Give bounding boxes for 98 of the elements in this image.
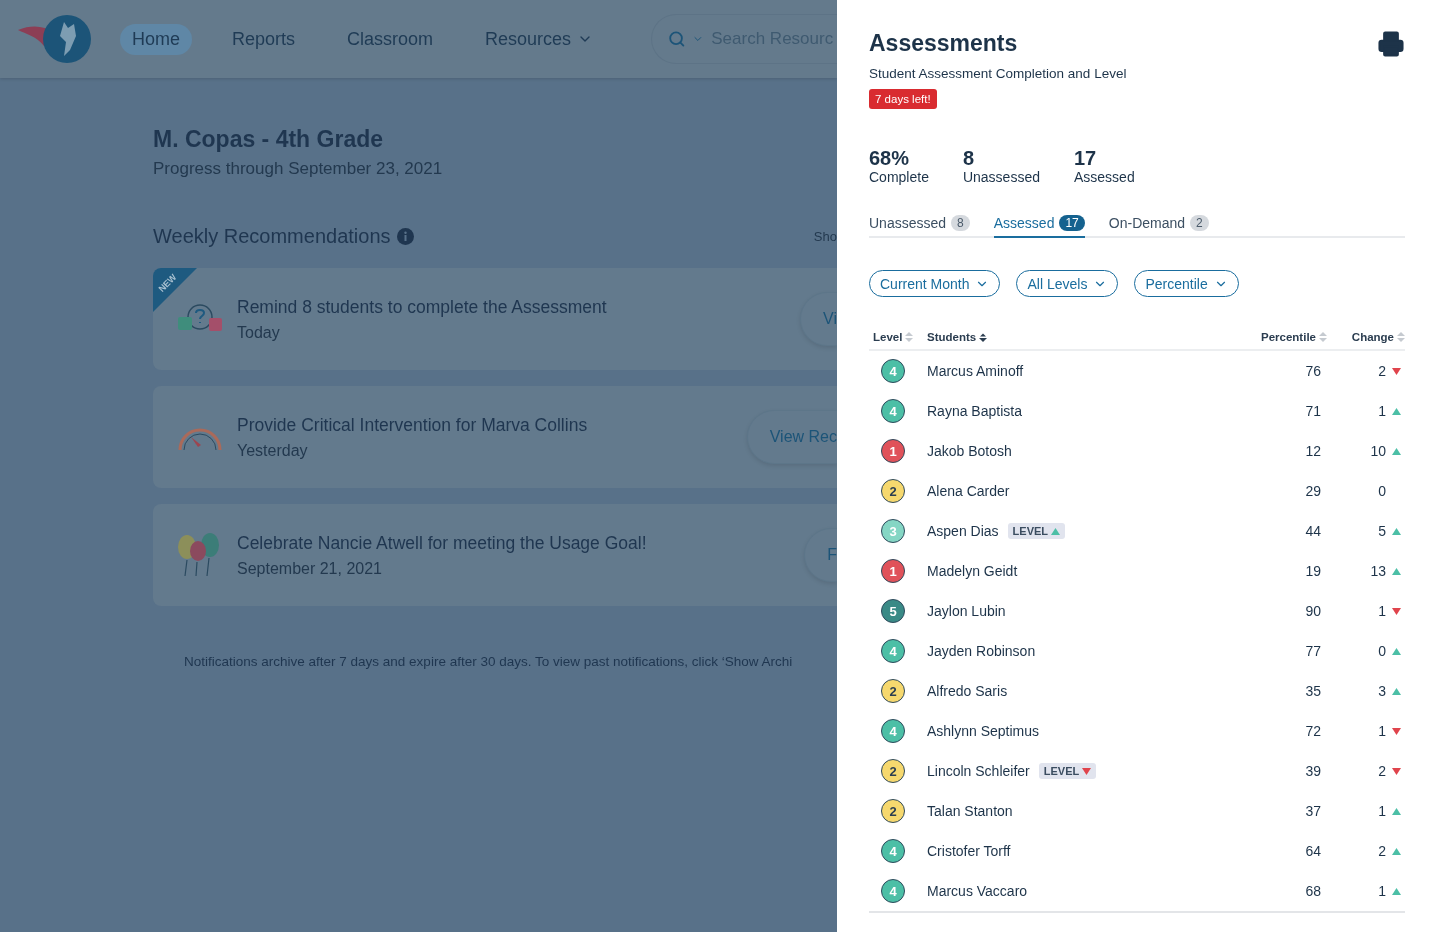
level-badge: 2 — [881, 479, 905, 503]
percentile-cell-text: 44 — [1305, 523, 1322, 539]
level-badge: 2 — [881, 759, 905, 783]
column-header[interactable]: Students — [927, 331, 988, 343]
percentile-cell-text: 35 — [1305, 683, 1322, 699]
level-badge: 4 — [881, 399, 905, 423]
print-icon[interactable] — [1377, 30, 1405, 58]
sort-descending-icon[interactable] — [979, 331, 988, 343]
sort-icon[interactable] — [1397, 331, 1405, 343]
student-name: Jaylon Lubin — [927, 603, 1006, 619]
student-name: Alfredo Saris — [927, 683, 1008, 699]
change-value: 1 — [1378, 883, 1386, 899]
card-date: September 21, 2021 — [237, 559, 383, 578]
level-badge: 5 — [881, 599, 905, 623]
change-value: 2 — [1378, 763, 1386, 779]
percentile-cell-text: 64 — [1305, 843, 1322, 859]
stat-value: 68% — [869, 147, 911, 169]
student-name: Aspen Dias — [927, 523, 999, 539]
filter-dropdown[interactable]: Percentile — [1134, 270, 1239, 297]
change-value: 1 — [1378, 803, 1386, 819]
stat-label: Assessed — [1073, 169, 1135, 185]
student-name: Marcus Aminoff — [927, 363, 1024, 379]
column-header[interactable]: Level — [873, 331, 914, 343]
percentile-cell-text: 19 — [1305, 563, 1322, 579]
logo[interactable] — [18, 14, 92, 64]
student-name: Rayna Baptista — [927, 403, 1022, 419]
stat-value: 8 — [962, 147, 976, 169]
percentile-cell-text: 72 — [1305, 723, 1322, 739]
tab[interactable]: On-Demand 2 — [1108, 215, 1209, 238]
level-badge: 4 — [881, 879, 905, 903]
nav-link[interactable]: Home — [120, 23, 192, 55]
change-value: 10 — [1370, 443, 1386, 459]
change-value: 2 — [1378, 843, 1386, 859]
level-badge: 3 — [881, 519, 905, 543]
change-value: 1 — [1378, 723, 1386, 739]
count-badge: 2 — [1190, 215, 1209, 231]
percentile-cell-text: 39 — [1305, 763, 1322, 779]
percentile-cell-text: 37 — [1305, 803, 1322, 819]
percentile-cell-text: 71 — [1305, 403, 1322, 419]
column-header[interactable]: Change — [1351, 331, 1405, 343]
stat-label: Unassessed — [962, 169, 1040, 185]
tab[interactable]: Unassessed 8 — [869, 215, 970, 238]
page-title: M. Copas - 4th Grade — [153, 126, 385, 153]
drawer-subtitle: Student Assessment Completion and Level — [869, 66, 1128, 81]
change-value: 1 — [1378, 403, 1386, 419]
filter-dropdown[interactable]: All Levels — [1016, 270, 1119, 297]
level-badge: 1 — [881, 559, 905, 583]
count-badge: 8 — [951, 215, 970, 231]
sort-icon[interactable] — [905, 331, 914, 343]
student-name: Talan Stanton — [927, 803, 1013, 819]
level-badge: 2 — [881, 799, 905, 823]
sort-icon[interactable] — [1319, 331, 1327, 343]
card-title: Celebrate Nancie Atwell for meeting the Usage Goal! — [237, 532, 647, 554]
change-value: 13 — [1370, 563, 1386, 579]
level-badge: 2 — [881, 679, 905, 703]
section-title: Weekly Recommendations — [153, 225, 391, 248]
level-badge: 1 — [881, 439, 905, 463]
change-value: 0 — [1378, 483, 1386, 499]
level-change-tag: LEVEL — [1038, 763, 1097, 779]
student-name: Lincoln Schleifer — [927, 763, 1030, 779]
deadline-badge: 7 days left! — [869, 89, 937, 109]
level-badge: 4 — [881, 639, 905, 663]
level-change-tag: LEVEL — [1007, 523, 1066, 539]
page-subtitle: Progress through September 23, 2021 — [153, 159, 444, 179]
card-title: Provide Critical Intervention for Marva Collins — [237, 414, 588, 436]
student-name: Ashlynn Septimus — [927, 723, 1040, 739]
filter-dropdown[interactable]: Current Month — [869, 270, 1001, 297]
stat-label: Complete — [869, 169, 929, 185]
change-value: 5 — [1378, 523, 1386, 539]
info-icon[interactable] — [396, 228, 414, 245]
percentile-cell-text: 12 — [1305, 443, 1322, 459]
percentile-cell-text: 68 — [1305, 883, 1322, 899]
footnote-text: Notifications archive after 7 days and expire after 30 days. To view past notifications, click ‘Show Archi — [184, 654, 794, 669]
percentile-cell-text: 76 — [1305, 363, 1322, 379]
percentile-cell-text: 29 — [1305, 483, 1322, 499]
change-value: 0 — [1378, 643, 1386, 659]
student-name: Alena Carder — [927, 483, 1010, 499]
level-badge: 4 — [881, 359, 905, 383]
card-date: Yesterday — [237, 441, 309, 460]
student-name: Jayden Robinson — [927, 643, 1036, 659]
student-name: Jakob Botosh — [927, 443, 1012, 459]
tab[interactable]: Assessed 17 — [993, 215, 1085, 238]
change-value: 1 — [1378, 603, 1386, 619]
count-badge: 17 — [1059, 215, 1085, 231]
stat-value: 17 — [1073, 147, 1098, 169]
level-badge: 4 — [881, 839, 905, 863]
percentile-cell-text: 77 — [1305, 643, 1322, 659]
card-date: Today — [237, 323, 281, 342]
card-title: Remind 8 students to complete the Assessment — [237, 296, 607, 318]
student-name: Madelyn Geidt — [927, 563, 1018, 579]
level-badge: 4 — [881, 719, 905, 743]
column-header[interactable]: Percentile — [1261, 331, 1327, 343]
student-name: Marcus Vaccaro — [927, 883, 1028, 899]
percentile-cell-text: 90 — [1305, 603, 1322, 619]
student-name: Cristofer Torff — [927, 843, 1011, 859]
drawer-title: Assessments — [869, 30, 1018, 58]
change-value: 3 — [1378, 683, 1386, 699]
change-value: 2 — [1378, 363, 1386, 379]
